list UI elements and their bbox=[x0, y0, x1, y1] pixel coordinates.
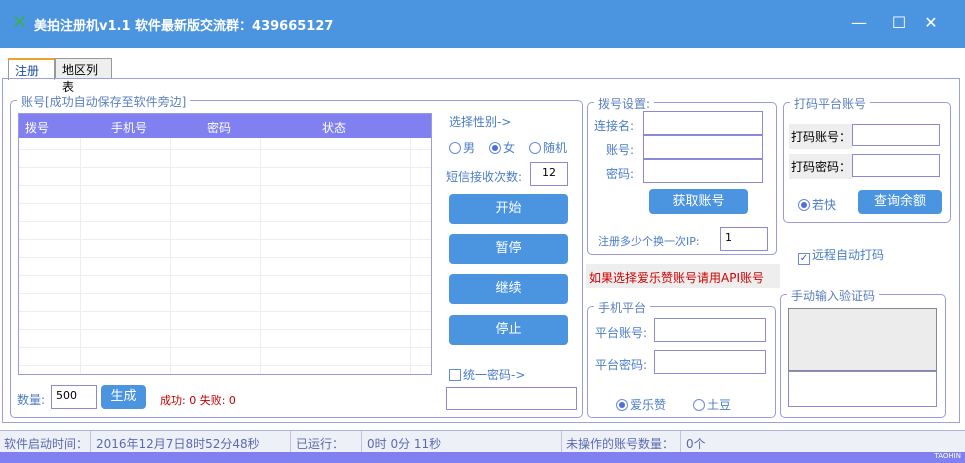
sms-count-input[interactable]: 12 bbox=[530, 162, 568, 186]
start-time-value: 2016年12月7日8时52分48秒 bbox=[96, 437, 260, 451]
remote-captcha-checkbox[interactable]: ✓ 远程自动打码 bbox=[798, 246, 884, 265]
captcha-input[interactable] bbox=[788, 371, 937, 407]
start-time-label: 软件启动时间： bbox=[4, 437, 89, 451]
captcha-password-label: 打码密码： bbox=[789, 154, 854, 179]
quantity-label: 数量: bbox=[17, 393, 46, 407]
tab-register[interactable]: 注册 bbox=[8, 58, 55, 80]
run-time-label: 已运行： bbox=[296, 437, 345, 451]
quantity-input[interactable]: 500 bbox=[51, 385, 97, 409]
start-button[interactable]: 开始 bbox=[449, 194, 568, 224]
accounts-table[interactable]: 拨号 手机号 密码 状态 bbox=[18, 113, 432, 375]
platform-tudou-radio[interactable]: 土豆 bbox=[693, 396, 731, 413]
window-title: 美拍注册机v1.1 软件最新版交流群：439665127 bbox=[34, 19, 334, 34]
app-logo-icon: ✕ bbox=[12, 12, 28, 33]
ruokuai-radio[interactable]: 若快 bbox=[798, 196, 836, 213]
platform-password-label: 平台密码: bbox=[595, 358, 648, 372]
conn-label: 连接名: bbox=[594, 119, 635, 133]
gender-male[interactable]: 男 bbox=[449, 139, 475, 156]
platform-account-input[interactable] bbox=[654, 318, 766, 342]
resume-button[interactable]: 继续 bbox=[449, 274, 568, 304]
run-time-value: 0时 0分 11秒 bbox=[367, 437, 442, 451]
captcha-account-label: 打码账号： bbox=[789, 124, 854, 149]
title-bar: ✕ 美拍注册机v1.1 软件最新版交流群：439665127 — ☐ ✕ bbox=[0, 0, 965, 48]
stop-button[interactable]: 停止 bbox=[449, 315, 568, 345]
col-status[interactable]: 状态 bbox=[322, 119, 346, 136]
result-text: 成功: 0 失败: 0 bbox=[160, 394, 236, 407]
dial-password-label: 密码: bbox=[606, 167, 635, 181]
minimize-button[interactable]: — bbox=[848, 12, 870, 34]
dial-legend: 拨号设置: bbox=[594, 95, 655, 112]
unify-password-input[interactable] bbox=[446, 387, 577, 410]
captcha-password-input[interactable] bbox=[852, 154, 940, 177]
ip-input[interactable]: 1 bbox=[720, 227, 768, 251]
dial-password-input[interactable] bbox=[643, 159, 763, 183]
accounts-legend: 账号[成功自动保存至软件旁边] bbox=[17, 93, 191, 110]
captcha-platform-legend: 打码平台账号 bbox=[790, 95, 871, 112]
status-bar: 软件启动时间： 2016年12月7日8时52分48秒 已运行： 0时 0分 11… bbox=[0, 430, 965, 453]
gender-random[interactable]: 随机 bbox=[529, 139, 567, 156]
gender-female[interactable]: 女 bbox=[489, 139, 515, 156]
platform-account-label: 平台账号: bbox=[595, 326, 648, 340]
maximize-button[interactable]: ☐ bbox=[888, 12, 910, 34]
pending-label: 未操作的账号数量： bbox=[566, 437, 675, 451]
bottom-strip: TAOHIN bbox=[0, 452, 965, 463]
get-account-button[interactable]: 获取账号 bbox=[649, 189, 748, 214]
ip-label: 注册多少个换一次IP: bbox=[598, 235, 700, 248]
pending-value: 0个 bbox=[686, 437, 706, 451]
conn-input[interactable] bbox=[643, 111, 763, 135]
table-header: 拨号 手机号 密码 状态 bbox=[19, 114, 431, 138]
gender-label: 选择性别-> bbox=[449, 115, 512, 129]
unify-password-checkbox[interactable]: 统一密码-> bbox=[449, 366, 525, 383]
generate-button[interactable]: 生成 bbox=[101, 385, 146, 409]
captcha-image bbox=[788, 308, 937, 371]
pause-button[interactable]: 暂停 bbox=[449, 234, 568, 264]
api-notice: 如果选择爱乐赞账号请用API账号 bbox=[586, 264, 780, 288]
sms-count-label: 短信接收次数: bbox=[446, 170, 523, 184]
col-phone[interactable]: 手机号 bbox=[111, 119, 147, 136]
manual-captcha-legend: 手动输入验证码 bbox=[787, 287, 880, 304]
captcha-account-input[interactable] bbox=[852, 124, 940, 146]
col-password[interactable]: 密码 bbox=[207, 119, 231, 136]
close-button[interactable]: ✕ bbox=[920, 12, 942, 34]
col-dial[interactable]: 拨号 bbox=[25, 119, 49, 136]
platform-password-input[interactable] bbox=[654, 350, 766, 374]
dial-account-input[interactable] bbox=[643, 135, 763, 159]
phone-platform-legend: 手机平台 bbox=[594, 299, 651, 316]
platform-ailezan-radio[interactable]: 爱乐赞 bbox=[616, 396, 666, 413]
query-balance-button[interactable]: 查询余额 bbox=[858, 190, 942, 214]
brand-text: TAOHIN bbox=[934, 452, 961, 460]
tab-region-list[interactable]: 地区列表 bbox=[55, 58, 112, 94]
dial-account-label: 账号: bbox=[606, 143, 635, 157]
